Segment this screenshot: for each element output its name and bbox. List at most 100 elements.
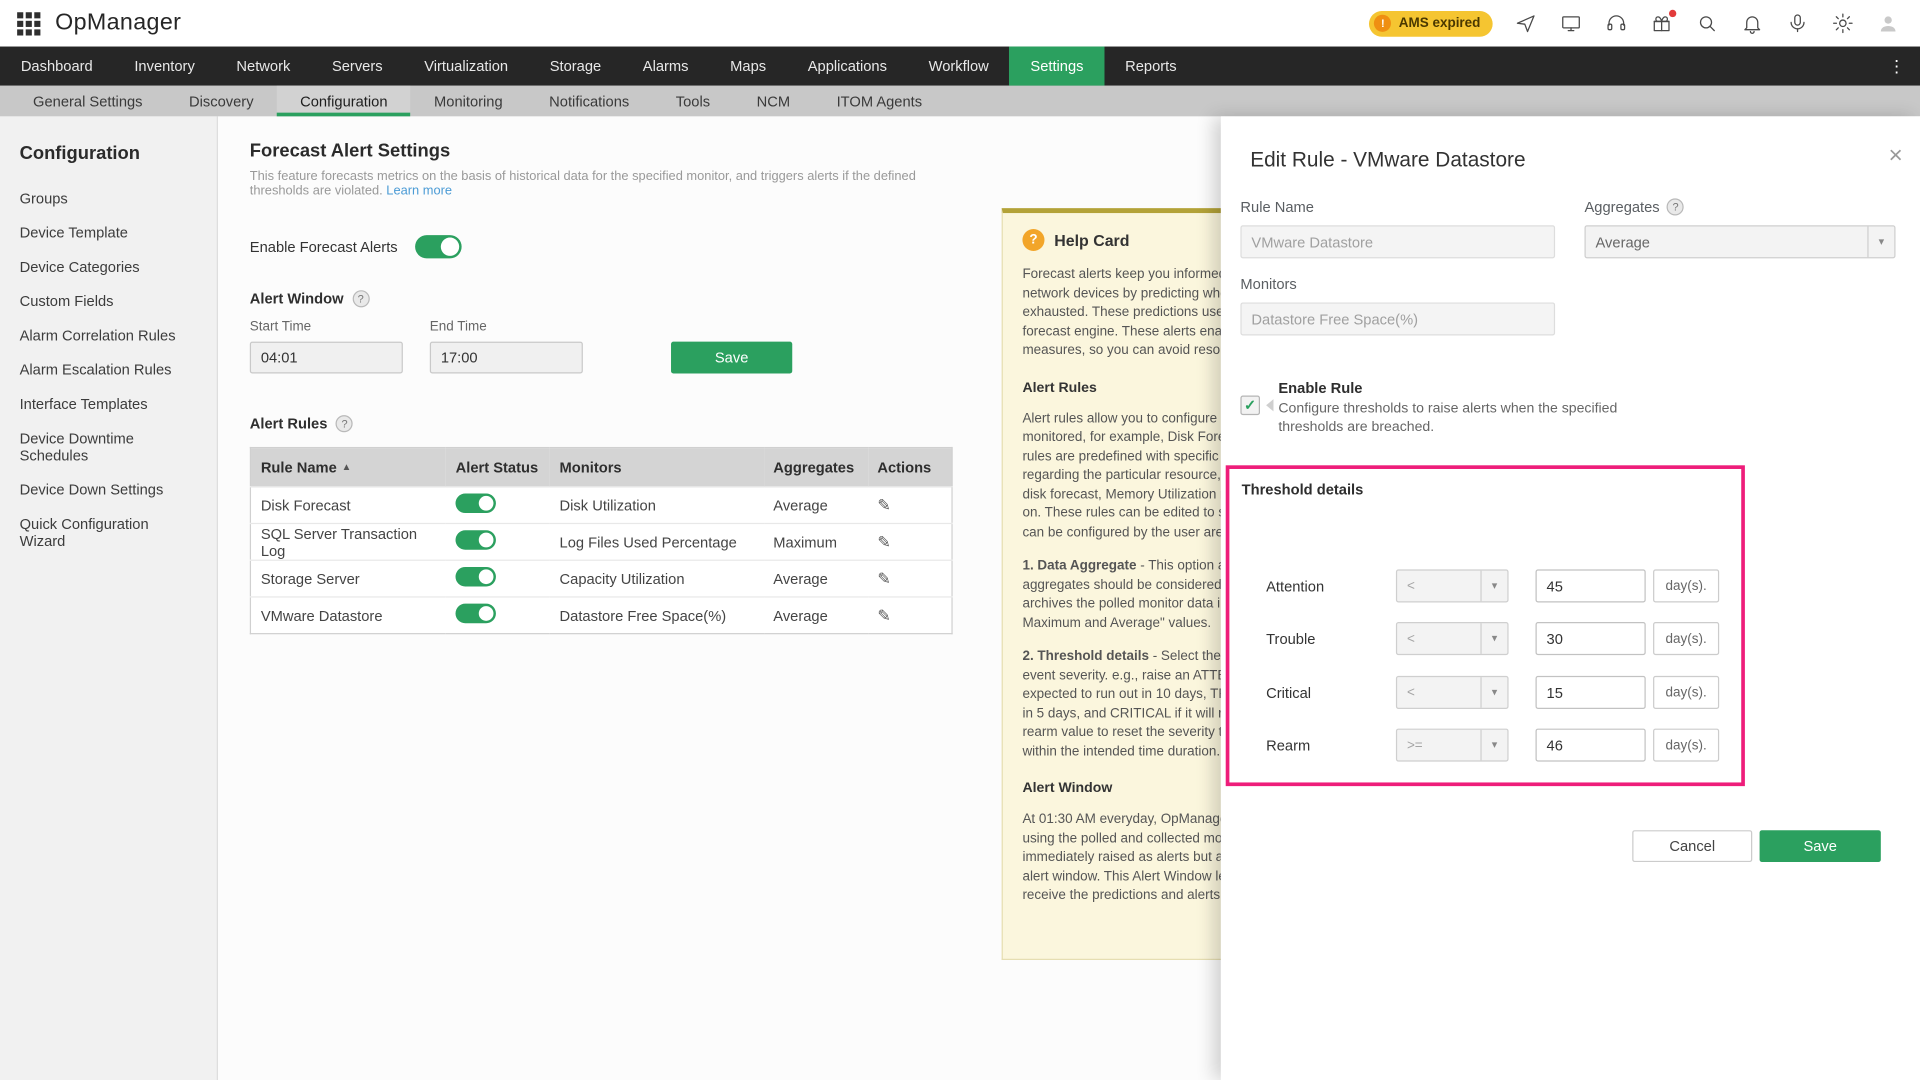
subnav-itom-agents[interactable]: ITOM Agents: [813, 86, 945, 117]
rule-status-toggle[interactable]: [456, 567, 496, 587]
close-icon[interactable]: ×: [1889, 143, 1903, 167]
attention-value-input[interactable]: [1536, 569, 1646, 602]
nav-item-network[interactable]: Network: [216, 47, 312, 86]
gift-icon[interactable]: [1649, 11, 1673, 35]
nav-item-maps[interactable]: Maps: [709, 47, 787, 86]
edit-rule-panel: Edit Rule - VMware Datastore × Rule Name…: [1221, 116, 1920, 1080]
main-navigation: Dashboard Inventory Network Servers Virt…: [0, 47, 1920, 86]
nav-item-settings[interactable]: Settings: [1010, 47, 1105, 86]
help-question-icon[interactable]: ?: [352, 290, 369, 307]
sidebar-title: Configuration: [0, 116, 217, 181]
sidebar-item-quick-configuration-wizard[interactable]: Quick Configuration Wizard: [0, 507, 217, 558]
rearm-value-input[interactable]: [1536, 729, 1646, 762]
trouble-operator-dropdown[interactable]: < ▾: [1396, 622, 1509, 655]
nav-item-servers[interactable]: Servers: [311, 47, 403, 86]
chevron-down-icon: ▾: [1867, 227, 1894, 258]
actions-cell: ✎: [868, 523, 952, 560]
enable-rule-label: Enable Rule: [1278, 380, 1670, 397]
edit-icon[interactable]: ✎: [877, 495, 890, 513]
attention-operator-dropdown[interactable]: < ▾: [1396, 569, 1509, 602]
column-alert-status: Alert Status: [446, 448, 550, 487]
headset-icon[interactable]: [1604, 11, 1628, 35]
sidebar-item-custom-fields[interactable]: Custom Fields: [0, 284, 217, 318]
nav-item-applications[interactable]: Applications: [787, 47, 908, 86]
sidebar-item-groups[interactable]: Groups: [0, 181, 217, 215]
start-time-group: Start Time: [250, 320, 403, 374]
rearm-unit-label: day(s).: [1653, 729, 1719, 762]
subnav-notifications[interactable]: Notifications: [526, 86, 653, 117]
subnav-configuration[interactable]: Configuration: [277, 86, 411, 117]
alert-window-save-button[interactable]: Save: [671, 342, 792, 374]
notifications-bell-icon[interactable]: [1740, 11, 1764, 35]
search-icon[interactable]: [1695, 11, 1719, 35]
help-card-title: Help Card: [1054, 231, 1129, 249]
settings-gear-icon[interactable]: [1831, 11, 1855, 35]
subnav-monitoring[interactable]: Monitoring: [411, 86, 526, 117]
column-rule-name[interactable]: Rule Name▲: [250, 448, 445, 487]
rule-status-toggle[interactable]: [456, 604, 496, 624]
sidebar-item-device-downtime-schedules[interactable]: Device Downtime Schedules: [0, 421, 217, 472]
column-monitors: Monitors: [550, 448, 764, 487]
nav-item-dashboard[interactable]: Dashboard: [0, 47, 114, 86]
sidebar-item-alarm-correlation-rules[interactable]: Alarm Correlation Rules: [0, 318, 217, 352]
critical-value-input[interactable]: [1536, 676, 1646, 709]
user-avatar[interactable]: [1876, 11, 1900, 35]
apps-grid-icon[interactable]: [17, 12, 40, 35]
help-question-icon[interactable]: ?: [336, 415, 353, 432]
aggregates-selected-value: Average: [1596, 233, 1650, 250]
nav-item-alarms[interactable]: Alarms: [622, 47, 709, 86]
rule-name-cell: VMware Datastore: [250, 597, 445, 634]
opmanager-app: OpManager ! AMS expired: [0, 0, 1920, 1080]
rearm-operator-dropdown[interactable]: >= ▾: [1396, 729, 1509, 762]
subnav-ncm[interactable]: NCM: [733, 86, 813, 117]
edit-icon[interactable]: ✎: [877, 606, 890, 624]
remote-screen-icon[interactable]: [1559, 11, 1583, 35]
critical-operator-dropdown[interactable]: < ▾: [1396, 676, 1509, 709]
subnav-tools[interactable]: Tools: [653, 86, 734, 117]
trouble-value-input[interactable]: [1536, 622, 1646, 655]
learn-more-link[interactable]: Learn more: [386, 184, 452, 199]
ams-expired-badge[interactable]: ! AMS expired: [1369, 10, 1492, 36]
sidebar-item-alarm-escalation-rules[interactable]: Alarm Escalation Rules: [0, 353, 217, 387]
help-question-icon[interactable]: ?: [1667, 198, 1684, 215]
voice-control-icon[interactable]: [1785, 11, 1809, 35]
table-row: Storage Server Capacity Utilization Aver…: [250, 560, 952, 597]
nav-item-reports[interactable]: Reports: [1104, 47, 1197, 86]
enable-forecast-alerts-toggle[interactable]: [415, 235, 462, 258]
nav-item-workflow[interactable]: Workflow: [908, 47, 1010, 86]
trouble-operator-value: <: [1407, 631, 1415, 646]
cancel-button[interactable]: Cancel: [1632, 830, 1752, 862]
start-time-input[interactable]: [250, 342, 403, 374]
alert-window-form: Start Time End Time Save: [250, 320, 954, 374]
sidebar-item-device-down-settings[interactable]: Device Down Settings: [0, 473, 217, 507]
edit-icon[interactable]: ✎: [877, 569, 890, 587]
sidebar-item-device-template[interactable]: Device Template: [0, 216, 217, 250]
rule-status-toggle[interactable]: [456, 493, 496, 513]
column-aggregates: Aggregates: [763, 448, 867, 487]
actions-cell: ✎: [868, 487, 952, 524]
end-time-input[interactable]: [430, 342, 583, 374]
edit-icon[interactable]: ✎: [877, 532, 890, 550]
nav-item-storage[interactable]: Storage: [529, 47, 622, 86]
panel-actions: Cancel Save: [1632, 830, 1881, 862]
enable-rule-checkbox[interactable]: ✓: [1240, 396, 1260, 416]
aggregates-dropdown[interactable]: Average ▾: [1584, 225, 1895, 258]
sidebar-item-device-categories[interactable]: Device Categories: [0, 250, 217, 284]
save-button[interactable]: Save: [1760, 830, 1881, 862]
subnav-discovery[interactable]: Discovery: [166, 86, 277, 117]
nav-item-virtualization[interactable]: Virtualization: [403, 47, 528, 86]
subnav-general-settings[interactable]: General Settings: [10, 86, 166, 117]
launch-icon[interactable]: [1513, 11, 1537, 35]
alert-rules-table: Rule Name▲ Alert Status Monitors Aggrega…: [250, 447, 953, 634]
rule-name-input[interactable]: [1240, 225, 1555, 258]
pointer-arrow-icon: [1266, 399, 1273, 411]
rule-name-cell: Storage Server: [250, 560, 445, 597]
alert-status-cell: [446, 560, 550, 597]
monitors-label: Monitors: [1240, 276, 1296, 293]
sidebar-item-interface-templates[interactable]: Interface Templates: [0, 387, 217, 421]
rule-status-toggle[interactable]: [456, 530, 496, 550]
kebab-menu-icon[interactable]: ⋮: [1888, 47, 1905, 86]
nav-item-inventory[interactable]: Inventory: [114, 47, 216, 86]
aggregate-cell: Average: [763, 487, 867, 524]
monitors-input[interactable]: [1240, 302, 1555, 335]
